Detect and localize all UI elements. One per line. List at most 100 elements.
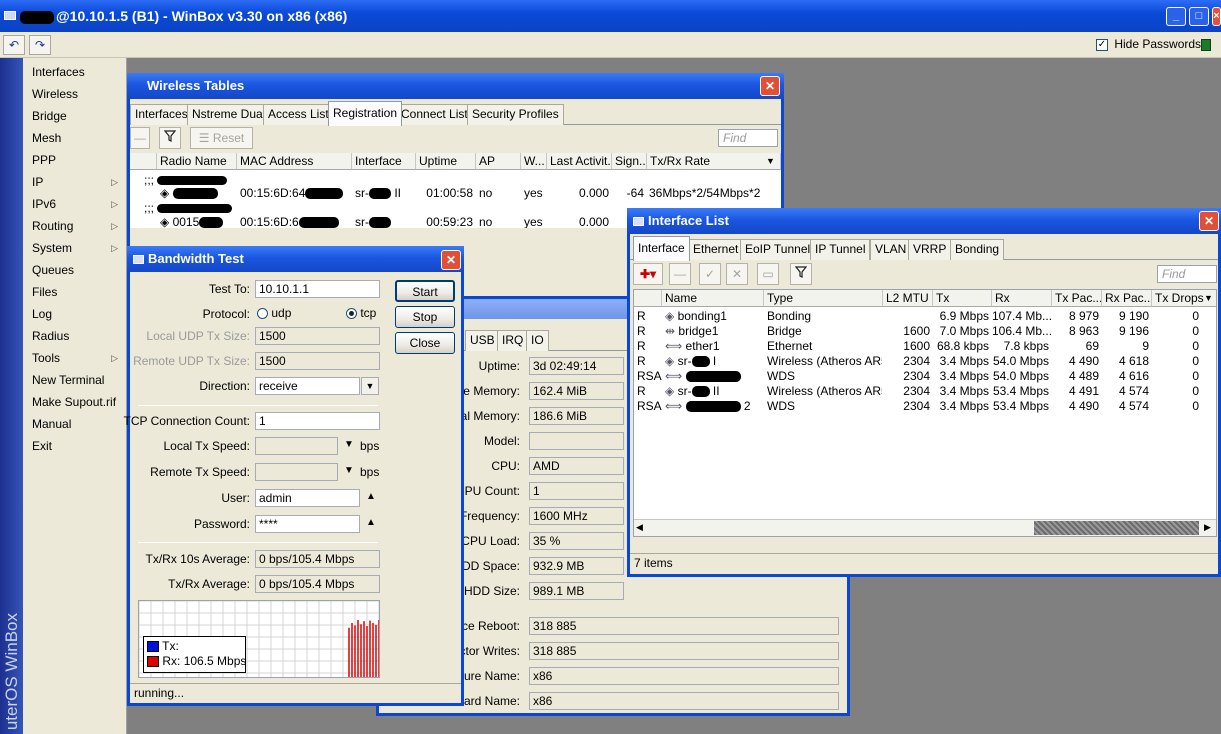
table-row[interactable]: ◈ 00:15:6D:64 sr- II 01:00:58 no yes 0.0… <box>130 186 781 201</box>
bandwidth-window-title-bar[interactable]: Bandwidth Test ✕ <box>127 246 464 272</box>
user-input[interactable]: admin <box>255 489 360 507</box>
protocol-udp-radio[interactable]: udp <box>257 306 291 320</box>
tab-registration[interactable]: Registration <box>328 101 403 126</box>
menu-item-system[interactable]: System ▷ <box>23 237 126 259</box>
tab-security-profiles[interactable]: Security Profiles <box>467 104 564 125</box>
password-collapse-icon[interactable]: ▲ <box>366 517 376 528</box>
horizontal-scrollbar[interactable]: ◀ ▶ <box>634 519 1216 536</box>
hide-passwords-toggle[interactable]: ✓ Hide Passwords <box>1096 37 1201 51</box>
scroll-left-icon[interactable]: ◀ <box>636 522 643 533</box>
menu-item-exit[interactable]: Exit <box>23 435 126 457</box>
menu-item-files[interactable]: Files <box>23 281 126 303</box>
table-row[interactable]: R◈ sr- IIWireless (Atheros AR5...23043.4… <box>634 384 1216 399</box>
col-uptime[interactable]: Uptime <box>416 153 476 170</box>
menu-item-manual[interactable]: Manual <box>23 413 126 435</box>
tab-vlan[interactable]: VLAN <box>870 239 912 260</box>
remote-tx-dropdown-icon[interactable]: ▼ <box>344 465 354 476</box>
menu-item-new-terminal[interactable]: New Terminal <box>23 369 126 391</box>
tab-eoip-tunnel[interactable]: EoIP Tunnel <box>740 239 816 260</box>
minimize-button[interactable]: _ <box>1166 7 1186 26</box>
interface-list-title-bar[interactable]: Interface List ✕ <box>627 208 1221 234</box>
local-tx-dropdown-icon[interactable]: ▼ <box>344 439 354 450</box>
enable-icon[interactable]: ✓ <box>699 263 721 285</box>
tab-connect-list[interactable]: Connect List <box>396 104 473 125</box>
undo-icon[interactable]: ↶ <box>3 35 25 55</box>
table-row[interactable]: R ◈ bonding1 Bonding 6.9 Mbps 107.4 Mb... 8 9… <box>634 309 1216 324</box>
main-title-bar[interactable]: @10.10.1.5 (B1) - WinBox v3.30 on x86 (x… <box>0 0 1221 32</box>
local-tx-speed-input[interactable] <box>255 437 338 455</box>
col-tx[interactable]: Tx <box>933 290 992 307</box>
tab-interfaces[interactable]: Interfaces <box>130 104 193 125</box>
interface-find-input[interactable]: Find <box>1157 265 1217 283</box>
comment-icon[interactable]: ▭ <box>757 263 779 285</box>
tab-ip-tunnel[interactable]: IP Tunnel <box>810 239 871 260</box>
wireless-find-input[interactable]: Find <box>718 129 778 147</box>
tab-irq[interactable]: IRQ <box>497 330 529 351</box>
col-tx-rx-rate[interactable]: Tx/Rx Rate <box>647 153 781 170</box>
add-icon[interactable]: ✚▾ <box>633 263 663 285</box>
col-type[interactable]: Type <box>764 290 883 307</box>
tab-nstreme-dual[interactable]: Nstreme Dual <box>187 104 271 125</box>
app-menu-icon[interactable] <box>4 11 16 20</box>
tab-usb[interactable]: USB <box>465 330 500 351</box>
columns-dropdown-icon[interactable]: ▼ <box>1204 293 1213 303</box>
redo-icon[interactable]: ↷ <box>29 35 51 55</box>
col-w[interactable]: W... <box>521 153 547 170</box>
close-app-button[interactable]: × <box>1212 7 1221 26</box>
col-mac-address[interactable]: MAC Address <box>237 153 352 170</box>
filter-icon[interactable] <box>790 263 812 285</box>
direction-select[interactable]: receive <box>255 377 360 395</box>
close-button[interactable]: Close <box>395 332 455 354</box>
tab-ethernet[interactable]: Ethernet <box>688 239 744 260</box>
menu-item-wireless[interactable]: Wireless <box>23 83 126 105</box>
menu-item-ip[interactable]: IP ▷ <box>23 171 126 193</box>
col-last-activity[interactable]: Last Activit... <box>547 153 612 170</box>
maximize-button[interactable]: □ <box>1189 7 1209 26</box>
disable-icon[interactable]: ✕ <box>726 263 748 285</box>
stop-button[interactable]: Stop <box>395 306 455 328</box>
col-l2-mtu[interactable]: L2 MTU <box>883 290 933 307</box>
col-interface[interactable]: Interface <box>352 153 416 170</box>
tcp-connection-count-input[interactable]: 1 <box>255 412 380 430</box>
table-row[interactable]: R ⇹ bridge1 Bridge 1600 7.0 Mbps 106.4 Mb... 8… <box>634 324 1216 339</box>
user-collapse-icon[interactable]: ▲ <box>366 491 376 502</box>
table-row[interactable]: R ⟺ ether1 Ethernet 1600 68.8 kbps 7.8 kbps 69… <box>634 339 1216 354</box>
tab-interface[interactable]: Interface <box>633 236 690 261</box>
remote-tx-speed-input[interactable] <box>255 463 338 481</box>
wireless-close-button[interactable]: ✕ <box>760 76 780 96</box>
direction-dropdown-icon[interactable]: ▼ <box>361 377 379 395</box>
start-button[interactable]: Start <box>395 280 455 302</box>
col-radio-name[interactable]: Radio Name <box>157 153 237 170</box>
wireless-window-title-bar[interactable]: Wireless Tables ✕ <box>127 73 784 99</box>
tab-vrrp[interactable]: VRRP <box>908 239 952 260</box>
col-name[interactable]: Name <box>662 290 764 307</box>
bandwidth-close-icon[interactable]: ✕ <box>441 250 461 270</box>
col-ap[interactable]: AP <box>476 153 521 170</box>
table-row[interactable]: RSA ⟺ 2 WDS 2304 3.4 Mbps 53.4 Mbps 4 490 4 574… <box>634 399 1216 414</box>
remove-icon[interactable]: — <box>130 127 150 149</box>
menu-item-ppp[interactable]: PPP <box>23 149 126 171</box>
col-tx-packets[interactable]: Tx Pac... <box>1052 290 1102 307</box>
tab-bonding[interactable]: Bonding <box>950 239 1005 260</box>
col-rx[interactable]: Rx <box>992 290 1052 307</box>
reset-button[interactable]: ☰ Reset <box>190 127 253 149</box>
remove-icon[interactable]: — <box>669 263 691 285</box>
columns-dropdown-icon[interactable]: ▼ <box>766 156 775 166</box>
menu-item-ipv6[interactable]: IPv6 ▷ <box>23 193 126 215</box>
menu-item-bridge[interactable]: Bridge <box>23 105 126 127</box>
scrollbar-thumb[interactable] <box>1034 521 1199 535</box>
tab-access-list[interactable]: Access List <box>263 104 334 125</box>
menu-item-interfaces[interactable]: Interfaces <box>23 61 126 83</box>
menu-item-log[interactable]: Log <box>23 303 126 325</box>
col-signal[interactable]: Sign... <box>612 153 647 170</box>
protocol-tcp-radio[interactable]: tcp <box>346 306 376 320</box>
scroll-right-icon[interactable]: ▶ <box>1204 522 1211 533</box>
menu-item-make-supout[interactable]: Make Supout.rif <box>23 391 126 413</box>
menu-item-queues[interactable]: Queues <box>23 259 126 281</box>
menu-item-routing[interactable]: Routing ▷ <box>23 215 126 237</box>
table-row[interactable]: RSA ⟺ WDS 2304 3.4 Mbps 54.0 Mbps 4 489 4 616 0 <box>634 369 1216 384</box>
table-row[interactable]: R◈ sr- IWireless (Atheros AR5...23043.4 … <box>634 354 1216 369</box>
password-input[interactable]: **** <box>255 515 360 533</box>
col-rx-packets[interactable]: Rx Pac... <box>1102 290 1152 307</box>
menu-item-mesh[interactable]: Mesh <box>23 127 126 149</box>
